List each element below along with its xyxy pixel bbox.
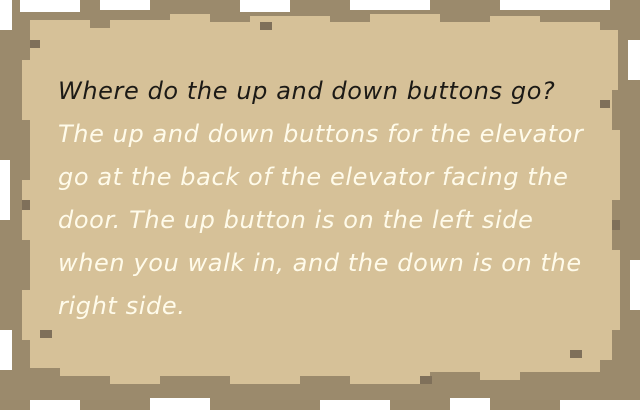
dialog-text: Where do the up and down buttons go? The… xyxy=(58,70,618,328)
dialog-question: Where do the up and down buttons go? xyxy=(58,77,556,105)
dialog-answer: The up and down buttons for the elevator… xyxy=(58,120,584,320)
dialog-scroll-panel: Where do the up and down buttons go? The… xyxy=(0,0,640,410)
